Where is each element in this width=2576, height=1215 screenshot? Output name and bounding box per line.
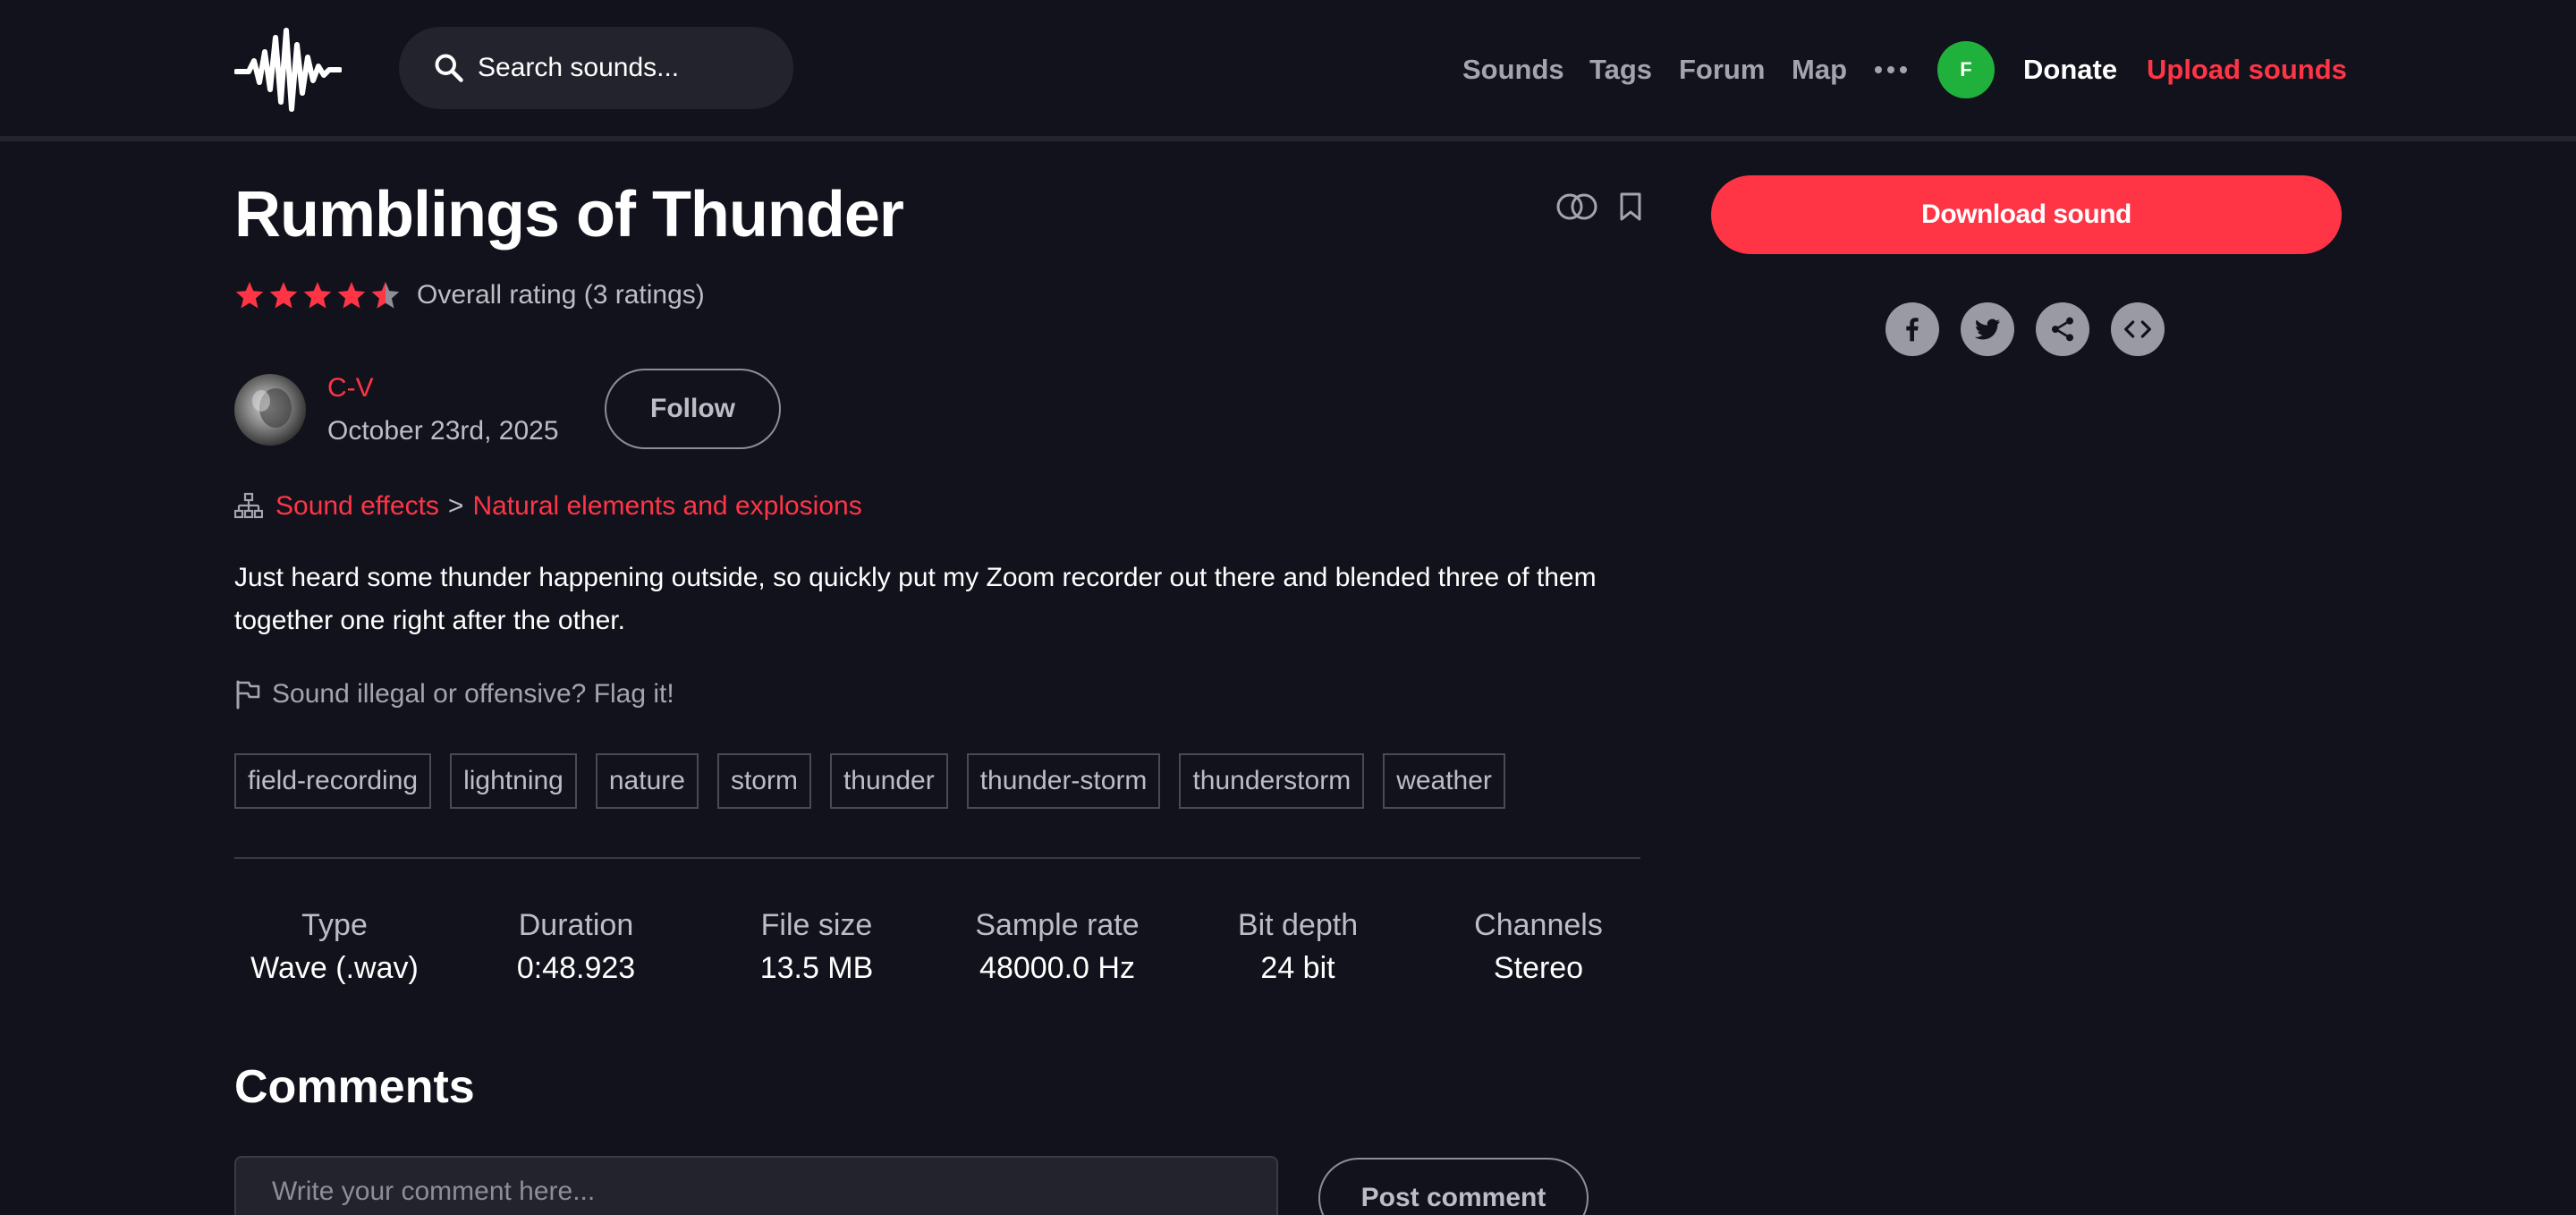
star-half-icon[interactable] bbox=[370, 280, 401, 310]
star-icon[interactable] bbox=[336, 280, 367, 310]
facebook-icon[interactable] bbox=[1885, 302, 1939, 356]
spec-file-size: File size 13.5 MB bbox=[760, 904, 874, 990]
rating-stars[interactable] bbox=[234, 280, 401, 310]
nav-link-forum[interactable]: Forum bbox=[1679, 52, 1765, 88]
top-navbar: Sounds Tags Forum Map F Donate Upload so… bbox=[0, 0, 2576, 141]
search-icon bbox=[435, 54, 463, 82]
share-buttons bbox=[1885, 302, 2165, 356]
spec-bit-depth: Bit depth 24 bit bbox=[1238, 904, 1358, 990]
breadcrumb-separator: > bbox=[447, 491, 464, 521]
subcategory-link[interactable]: Natural elements and explosions bbox=[472, 489, 861, 524]
nav-link-map[interactable]: Map bbox=[1792, 52, 1847, 88]
comment-input[interactable] bbox=[234, 1156, 1278, 1215]
user-avatar[interactable]: F bbox=[1937, 41, 1995, 98]
twitter-icon[interactable] bbox=[1961, 302, 2014, 356]
star-icon[interactable] bbox=[268, 280, 299, 310]
share-icon[interactable] bbox=[2036, 302, 2089, 356]
spec-type: Type Wave (.wav) bbox=[250, 904, 419, 990]
tag-storm[interactable]: storm bbox=[716, 753, 811, 809]
nav-link-tags[interactable]: Tags bbox=[1589, 52, 1652, 88]
author-avatar[interactable] bbox=[234, 374, 306, 446]
title-actions bbox=[1556, 191, 1642, 222]
donate-link[interactable]: Donate bbox=[2023, 52, 2117, 88]
spec-label: Duration bbox=[518, 908, 634, 942]
spec-label: Type bbox=[301, 908, 368, 942]
spec-label: Bit depth bbox=[1237, 908, 1359, 942]
more-menu-icon[interactable] bbox=[1875, 50, 1907, 89]
tag-nature[interactable]: nature bbox=[595, 753, 699, 809]
upload-sounds-link[interactable]: Upload sounds bbox=[2147, 52, 2347, 88]
tag-thunderstorm[interactable]: thunderstorm bbox=[1179, 753, 1365, 809]
download-sound-button[interactable]: Download sound bbox=[1711, 175, 2342, 254]
tag-field-recording[interactable]: field-recording bbox=[234, 753, 432, 809]
file-specs: Type Wave (.wav) Duration 0:48.923 File … bbox=[234, 904, 1640, 993]
spec-duration: Duration 0:48.923 bbox=[517, 904, 635, 990]
category-breadcrumb: Sound effects > Natural elements and exp… bbox=[234, 489, 862, 524]
embed-icon[interactable] bbox=[2111, 302, 2165, 356]
flag-icon bbox=[236, 680, 260, 709]
upload-date: October 23rd, 2025 bbox=[327, 416, 559, 446]
spec-value: 48000.0 Hz bbox=[979, 951, 1135, 985]
author-link[interactable]: C-V bbox=[327, 370, 374, 406]
spec-value: 24 bit bbox=[1260, 951, 1335, 985]
spec-sample-rate: Sample rate 48000.0 Hz bbox=[975, 904, 1139, 990]
tag-thunder-storm[interactable]: thunder-storm bbox=[966, 753, 1161, 809]
bookmark-icon[interactable] bbox=[1619, 191, 1642, 222]
star-icon[interactable] bbox=[234, 280, 265, 310]
rating-text: Overall rating (3 ratings) bbox=[417, 280, 705, 310]
star-icon[interactable] bbox=[302, 280, 333, 310]
spec-value: 13.5 MB bbox=[759, 951, 874, 985]
search-box[interactable] bbox=[399, 27, 793, 109]
category-link[interactable]: Sound effects bbox=[275, 489, 439, 524]
tag-thunder[interactable]: thunder bbox=[829, 753, 948, 809]
spec-label: Channels bbox=[1474, 908, 1603, 942]
nav-link-sounds[interactable]: Sounds bbox=[1462, 52, 1564, 88]
similar-sounds-icon[interactable] bbox=[1556, 192, 1597, 221]
spec-value: Wave (.wav) bbox=[250, 951, 419, 985]
tag-list: field-recording lightning nature storm t… bbox=[234, 753, 1505, 809]
tag-weather[interactable]: weather bbox=[1383, 753, 1505, 809]
follow-button[interactable]: Follow bbox=[605, 369, 781, 449]
spec-channels: Channels Stereo bbox=[1474, 904, 1603, 990]
section-divider bbox=[234, 857, 1640, 859]
flag-text: Sound illegal or offensive? Flag it! bbox=[272, 679, 674, 709]
search-input[interactable] bbox=[478, 53, 764, 83]
freesound-logo-icon[interactable] bbox=[234, 25, 342, 115]
spec-label: File size bbox=[760, 908, 873, 942]
comments-heading: Comments bbox=[234, 1061, 475, 1113]
spec-value: 0:48.923 bbox=[516, 951, 636, 985]
spec-value: Stereo bbox=[1493, 951, 1584, 985]
tag-lightning[interactable]: lightning bbox=[450, 753, 577, 809]
post-comment-button[interactable]: Post comment bbox=[1318, 1158, 1589, 1215]
category-tree-icon bbox=[234, 492, 263, 519]
flag-link[interactable]: Sound illegal or offensive? Flag it! bbox=[234, 676, 674, 712]
sound-title: Rumblings of Thunder bbox=[234, 179, 904, 251]
sound-description: Just heard some thunder happening outsid… bbox=[234, 563, 1597, 635]
spec-label: Sample rate bbox=[975, 908, 1140, 942]
rating-row: Overall rating (3 ratings) bbox=[234, 277, 705, 313]
